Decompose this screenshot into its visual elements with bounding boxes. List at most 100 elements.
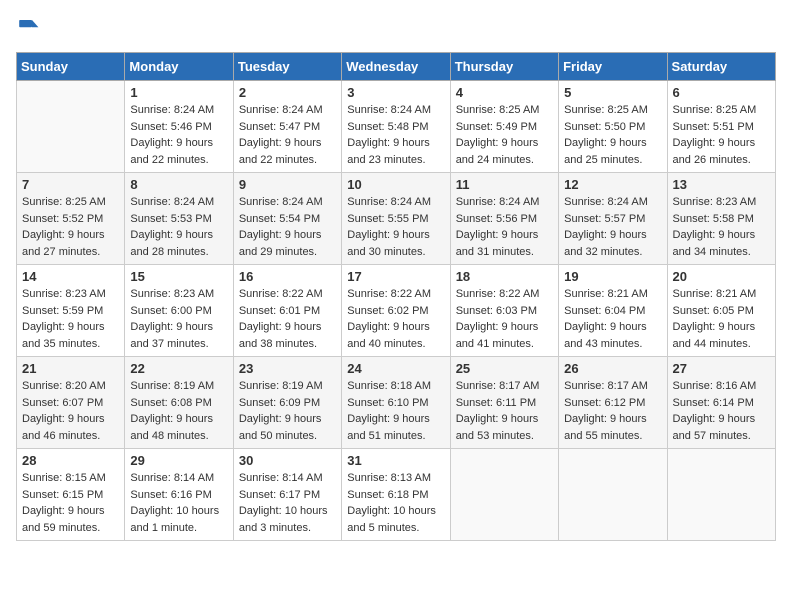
calendar-cell: 13 Sunrise: 8:23 AMSunset: 5:58 PMDayligh… [667,173,775,265]
calendar-week-row: 21Sunrise: 8:20 AMSunset: 6:07 PMDayligh… [17,357,776,449]
day-info: Sunrise: 8:24 AMSunset: 5:55 PMDaylight:… [347,194,444,260]
calendar-cell: 23 Sunrise: 8:19 AMSunset: 6:09 PMDayligh… [233,357,341,449]
weekday-header-friday: Friday [559,53,667,81]
day-number: 27 [673,361,770,376]
day-info: Sunrise: 8:13 AMSunset: 6:18 PMDaylight:… [347,470,444,536]
day-info: Sunrise: 8:24 AMSunset: 5:46 PMDaylight:… [130,102,227,168]
calendar-cell: 25 Sunrise: 8:17 AMSunset: 6:11 PMDayligh… [450,357,558,449]
day-info: Sunrise: 8:23 AMSunset: 5:59 PMDaylight:… [22,286,119,352]
calendar-cell: 27 Sunrise: 8:16 AMSunset: 6:14 PMDayligh… [667,357,775,449]
day-number: 17 [347,269,444,284]
calendar-cell: 9Sunrise: 8:24 AMSunset: 5:54 PMDaylight… [233,173,341,265]
day-info: Sunrise: 8:21 AMSunset: 6:05 PMDaylight:… [673,286,770,352]
day-number: 22 [130,361,227,376]
day-number: 18 [456,269,553,284]
calendar-cell [450,449,558,541]
calendar-table: SundayMondayTuesdayWednesdayThursdayFrid… [16,52,776,541]
calendar-cell: 1 Sunrise: 8:24 AMSunset: 5:46 PMDaylight… [125,81,233,173]
weekday-header-wednesday: Wednesday [342,53,450,81]
calendar-cell [667,449,775,541]
day-number: 30 [239,453,336,468]
calendar-week-row: 7Sunrise: 8:25 AMSunset: 5:52 PMDaylight… [17,173,776,265]
calendar-cell: 21Sunrise: 8:20 AMSunset: 6:07 PMDayligh… [17,357,125,449]
day-number: 29 [130,453,227,468]
day-number: 13 [673,177,770,192]
day-info: Sunrise: 8:17 AMSunset: 6:11 PMDaylight:… [456,378,553,444]
day-number: 15 [130,269,227,284]
weekday-header-sunday: Sunday [17,53,125,81]
logo [16,16,44,40]
day-info: Sunrise: 8:19 AMSunset: 6:09 PMDaylight:… [239,378,336,444]
calendar-cell: 31 Sunrise: 8:13 AMSunset: 6:18 PMDayligh… [342,449,450,541]
calendar-cell: 14 Sunrise: 8:23 AMSunset: 5:59 PMDayligh… [17,265,125,357]
day-number: 26 [564,361,661,376]
day-info: Sunrise: 8:24 AMSunset: 5:53 PMDaylight:… [130,194,227,260]
day-number: 4 [456,85,553,100]
calendar-cell: 16 Sunrise: 8:22 AMSunset: 6:01 PMDayligh… [233,265,341,357]
weekday-header-saturday: Saturday [667,53,775,81]
calendar-cell: 18 Sunrise: 8:22 AMSunset: 6:03 PMDayligh… [450,265,558,357]
day-number: 24 [347,361,444,376]
day-number: 5 [564,85,661,100]
day-info: Sunrise: 8:23 AMSunset: 5:58 PMDaylight:… [673,194,770,260]
calendar-cell: 17Sunrise: 8:22 AMSunset: 6:02 PMDayligh… [342,265,450,357]
day-info: Sunrise: 8:23 AMSunset: 6:00 PMDaylight:… [130,286,227,352]
day-info: Sunrise: 8:22 AMSunset: 6:03 PMDaylight:… [456,286,553,352]
day-info: Sunrise: 8:25 AMSunset: 5:51 PMDaylight:… [673,102,770,168]
calendar-cell: 11 Sunrise: 8:24 AMSunset: 5:56 PMDayligh… [450,173,558,265]
day-info: Sunrise: 8:24 AMSunset: 5:48 PMDaylight:… [347,102,444,168]
day-number: 3 [347,85,444,100]
calendar-cell: 12 Sunrise: 8:24 AMSunset: 5:57 PMDayligh… [559,173,667,265]
calendar-cell: 7Sunrise: 8:25 AMSunset: 5:52 PMDaylight… [17,173,125,265]
weekday-header-tuesday: Tuesday [233,53,341,81]
day-number: 2 [239,85,336,100]
day-info: Sunrise: 8:19 AMSunset: 6:08 PMDaylight:… [130,378,227,444]
calendar-cell: 2 Sunrise: 8:24 AMSunset: 5:47 PMDaylight… [233,81,341,173]
day-number: 25 [456,361,553,376]
day-number: 31 [347,453,444,468]
day-info: Sunrise: 8:24 AMSunset: 5:47 PMDaylight:… [239,102,336,168]
day-info: Sunrise: 8:25 AMSunset: 5:49 PMDaylight:… [456,102,553,168]
day-info: Sunrise: 8:22 AMSunset: 6:01 PMDaylight:… [239,286,336,352]
day-number: 28 [22,453,119,468]
calendar-week-row: 14 Sunrise: 8:23 AMSunset: 5:59 PMDayligh… [17,265,776,357]
day-number: 6 [673,85,770,100]
calendar-cell: 8 Sunrise: 8:24 AMSunset: 5:53 PMDaylight… [125,173,233,265]
day-number: 12 [564,177,661,192]
day-number: 1 [130,85,227,100]
day-info: Sunrise: 8:15 AMSunset: 6:15 PMDaylight:… [22,470,119,536]
calendar-cell: 29 Sunrise: 8:14 AMSunset: 6:16 PMDayligh… [125,449,233,541]
calendar-cell: 19Sunrise: 8:21 AMSunset: 6:04 PMDayligh… [559,265,667,357]
day-number: 23 [239,361,336,376]
day-info: Sunrise: 8:20 AMSunset: 6:07 PMDaylight:… [22,378,119,444]
day-number: 11 [456,177,553,192]
calendar-cell: 24 Sunrise: 8:18 AMSunset: 6:10 PMDayligh… [342,357,450,449]
calendar-cell [17,81,125,173]
day-number: 14 [22,269,119,284]
calendar-cell: 4 Sunrise: 8:25 AMSunset: 5:49 PMDaylight… [450,81,558,173]
day-info: Sunrise: 8:14 AMSunset: 6:16 PMDaylight:… [130,470,227,536]
day-info: Sunrise: 8:18 AMSunset: 6:10 PMDaylight:… [347,378,444,444]
logo-icon [16,16,40,40]
calendar-cell: 22 Sunrise: 8:19 AMSunset: 6:08 PMDayligh… [125,357,233,449]
day-info: Sunrise: 8:25 AMSunset: 5:52 PMDaylight:… [22,194,119,260]
calendar-cell: 5 Sunrise: 8:25 AMSunset: 5:50 PMDaylight… [559,81,667,173]
day-info: Sunrise: 8:14 AMSunset: 6:17 PMDaylight:… [239,470,336,536]
day-number: 20 [673,269,770,284]
day-info: Sunrise: 8:16 AMSunset: 6:14 PMDaylight:… [673,378,770,444]
day-number: 8 [130,177,227,192]
calendar-cell: 30 Sunrise: 8:14 AMSunset: 6:17 PMDayligh… [233,449,341,541]
calendar-week-row: 1 Sunrise: 8:24 AMSunset: 5:46 PMDaylight… [17,81,776,173]
calendar-cell: 3 Sunrise: 8:24 AMSunset: 5:48 PMDaylight… [342,81,450,173]
day-number: 16 [239,269,336,284]
day-info: Sunrise: 8:25 AMSunset: 5:50 PMDaylight:… [564,102,661,168]
page-header [16,16,776,40]
calendar-cell: 26Sunrise: 8:17 AMSunset: 6:12 PMDayligh… [559,357,667,449]
day-info: Sunrise: 8:24 AMSunset: 5:57 PMDaylight:… [564,194,661,260]
calendar-cell [559,449,667,541]
weekday-header-thursday: Thursday [450,53,558,81]
weekday-header-monday: Monday [125,53,233,81]
calendar-cell: 15 Sunrise: 8:23 AMSunset: 6:00 PMDayligh… [125,265,233,357]
day-info: Sunrise: 8:24 AMSunset: 5:56 PMDaylight:… [456,194,553,260]
weekday-header-row: SundayMondayTuesdayWednesdayThursdayFrid… [17,53,776,81]
